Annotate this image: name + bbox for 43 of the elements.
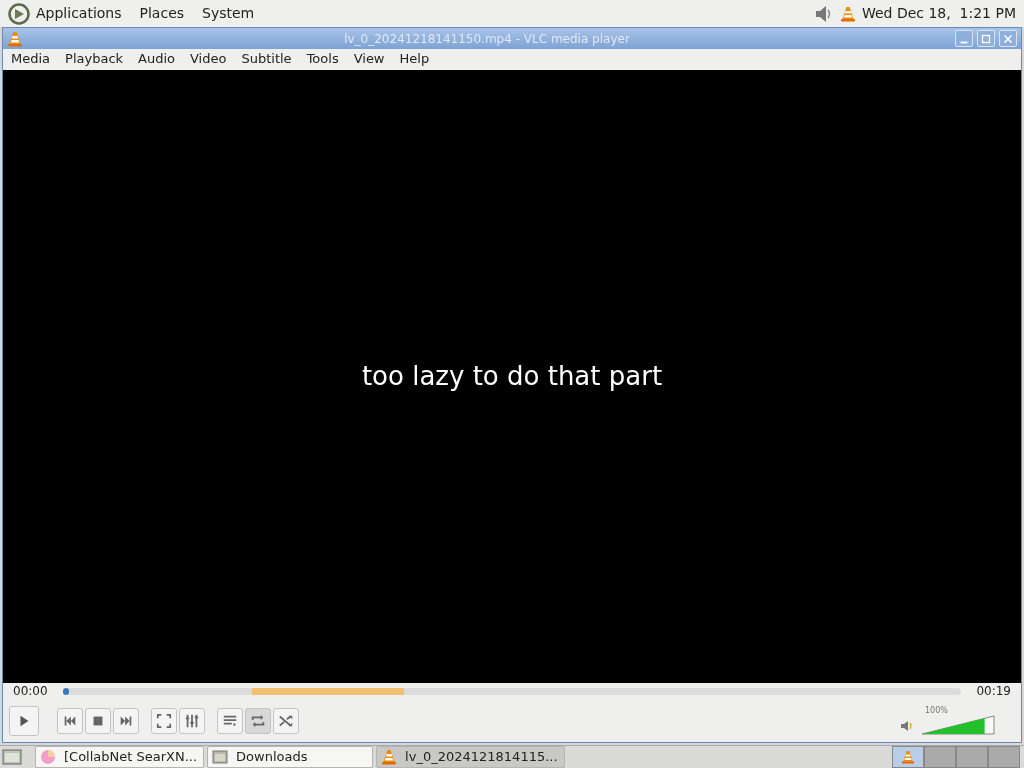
volume-reading: 100% <box>925 704 948 717</box>
fullscreen-button[interactable] <box>151 707 177 734</box>
distro-logo-icon[interactable] <box>8 2 30 25</box>
elapsed-time: 00:00 <box>13 683 49 700</box>
vlc-tray-icon[interactable] <box>839 5 856 22</box>
volume-slider[interactable] <box>921 714 995 735</box>
panel-menu[interactable]: Applications <box>36 3 122 24</box>
taskbar-button[interactable]: [CollabNet SearXN... <box>35 746 205 768</box>
panel-menu[interactable]: Places <box>139 3 185 24</box>
maximize-icon[interactable] <box>977 30 995 47</box>
traffic-cone-icon <box>381 749 398 765</box>
workspace-button[interactable] <box>892 746 924 768</box>
panel-menu[interactable]: System <box>202 3 255 24</box>
video-subtitle: too lazy to do that part <box>361 360 663 393</box>
show-desktop-icon[interactable] <box>2 747 22 767</box>
total-time: 00:19 <box>975 683 1011 700</box>
close-icon[interactable] <box>999 30 1017 47</box>
clock[interactable]: Wed Dec 18, 1:21 PM <box>861 3 1016 24</box>
menu-item[interactable]: Subtitle <box>241 49 292 69</box>
menu-item[interactable]: Media <box>11 49 51 69</box>
menu-item[interactable]: Help <box>399 49 430 69</box>
menu-item[interactable]: View <box>353 49 385 69</box>
speaker-icon[interactable] <box>899 718 915 733</box>
vlc-icon <box>7 30 23 47</box>
menu-item[interactable]: Audio <box>138 49 175 69</box>
sliders-icon <box>184 712 200 729</box>
playlist-button[interactable] <box>217 707 243 734</box>
loop-button[interactable] <box>245 707 271 734</box>
shuffle-button[interactable] <box>273 707 299 734</box>
previous-button[interactable] <box>57 707 83 734</box>
taskbar-button[interactable]: lv_0_2024121814115... <box>376 746 565 768</box>
seek-handle[interactable] <box>63 687 69 695</box>
menu-item[interactable]: Playback <box>65 49 124 69</box>
fullscreen-icon <box>156 712 172 729</box>
window-title: lv_0_20241218141150.mp4 - VLC media player <box>343 30 631 48</box>
play-button[interactable] <box>9 705 39 736</box>
menu-item[interactable]: Video <box>190 49 227 69</box>
next-button[interactable] <box>113 707 139 734</box>
taskbar-button[interactable]: Downloads <box>207 746 374 768</box>
stop-button[interactable] <box>85 707 111 734</box>
equalizer-button[interactable] <box>179 707 205 734</box>
traffic-cone-icon <box>901 750 915 764</box>
menu-item[interactable]: Tools <box>306 49 339 69</box>
